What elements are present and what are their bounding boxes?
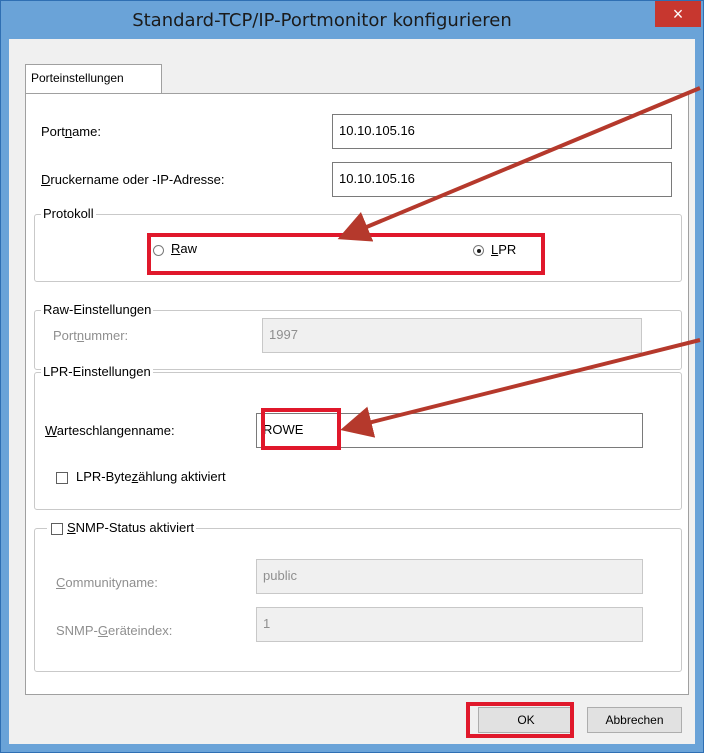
protokoll-highlight-box <box>147 233 545 275</box>
lpr-settings-group: LPR-Einstellungen Warteschlangenname: RO… <box>34 364 682 510</box>
tab-porteinstellungen[interactable]: Porteinstellungen <box>25 64 162 94</box>
lpr-bytezaehlung-checkbox[interactable] <box>56 472 68 484</box>
snmp-geraeteindex-input[interactable]: 1 <box>256 607 643 642</box>
dialog-window: Standard-TCP/IP-Portmonitor konfiguriere… <box>0 0 704 753</box>
druckername-label: Druckername oder -IP-Adresse: <box>41 172 225 187</box>
snmp-geraeteindex-label: SNMP-Geräteindex: <box>56 623 173 638</box>
warteschlangenname-highlight-box <box>261 408 341 450</box>
dialog-client-area: Porteinstellungen Portname: 10.10.105.16… <box>9 39 695 744</box>
tab-panel: Portname: 10.10.105.16 Druckername oder … <box>25 93 689 695</box>
window-title: Standard-TCP/IP-Portmonitor konfiguriere… <box>132 10 512 31</box>
druckername-input[interactable]: 10.10.105.16 <box>332 162 672 197</box>
ok-highlight-box <box>466 702 574 738</box>
communityname-label: Communityname: <box>56 575 158 590</box>
snmp-legend: SNMP-Status aktiviert <box>47 520 197 535</box>
abbrechen-button[interactable]: Abbrechen <box>587 707 682 733</box>
portname-input[interactable]: 10.10.105.16 <box>332 114 672 149</box>
close-button[interactable]: × <box>655 1 701 27</box>
communityname-input[interactable]: public <box>256 559 643 594</box>
close-icon: × <box>672 4 684 24</box>
portnummer-input[interactable]: 1997 <box>262 318 642 353</box>
snmp-status-checkbox[interactable] <box>51 523 63 535</box>
snmp-group: SNMP-Status aktiviert Communityname: pub… <box>34 520 682 672</box>
protokoll-legend: Protokoll <box>41 206 96 221</box>
lpr-settings-legend: LPR-Einstellungen <box>41 364 153 379</box>
raw-settings-group: Raw-Einstellungen Portnummer: 1997 <box>34 302 682 370</box>
raw-settings-legend: Raw-Einstellungen <box>41 302 154 317</box>
warteschlangenname-label: Warteschlangenname: <box>45 423 175 438</box>
lpr-bytezaehlung-label[interactable]: LPR-Bytezählung aktiviert <box>76 469 226 484</box>
portnummer-label: Portnummer: <box>53 328 129 343</box>
portname-label: Portname: <box>41 124 101 139</box>
title-bar[interactable]: Standard-TCP/IP-Portmonitor konfiguriere… <box>1 1 703 39</box>
